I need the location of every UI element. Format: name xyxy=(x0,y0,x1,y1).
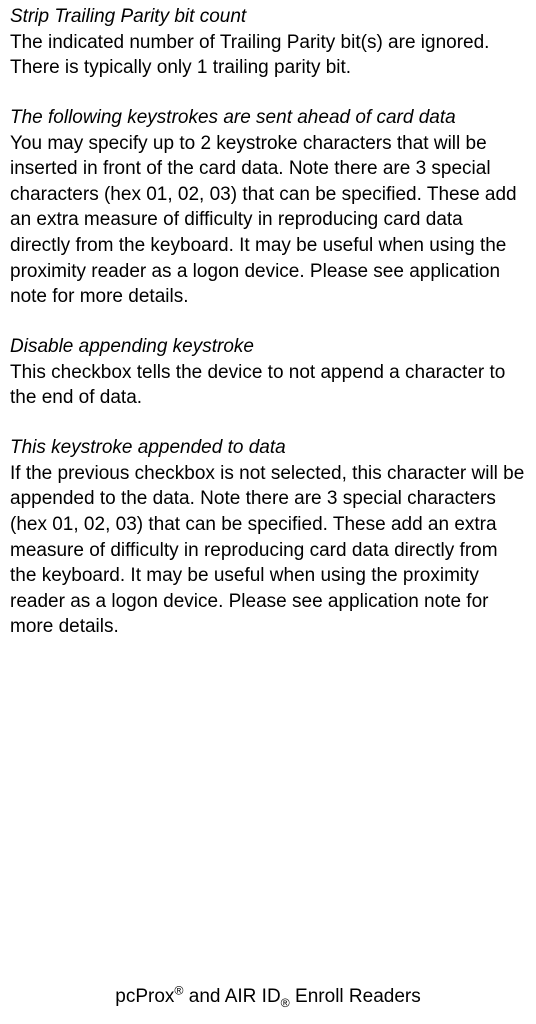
section-title: Disable appending keystroke xyxy=(10,336,254,357)
section-body: You may specify up to 2 keystroke charac… xyxy=(10,133,517,308)
section-title: This keystroke appended to data xyxy=(10,437,286,458)
section-title: Strip Trailing Parity bit count xyxy=(10,6,246,27)
section-title: The following keystrokes are sent ahead … xyxy=(10,107,456,128)
footer-text-part2: and AIR ID xyxy=(184,986,281,1007)
registered-superscript: ® xyxy=(174,984,183,998)
page-footer: pcProx® and AIR ID® Enroll Readers xyxy=(0,984,536,1010)
section-body: This checkbox tells the device to not ap… xyxy=(10,362,505,409)
section-body: The indicated number of Trailing Parity … xyxy=(10,32,489,79)
footer-text-part3: Enroll Readers xyxy=(290,986,421,1007)
section-keystroke-appended: This keystroke appended to data If the p… xyxy=(10,435,526,640)
section-strip-trailing: Strip Trailing Parity bit count The indi… xyxy=(10,4,526,81)
section-body: If the previous checkbox is not selected… xyxy=(10,463,524,638)
document-page: Strip Trailing Parity bit count The indi… xyxy=(0,0,536,1024)
section-disable-append: Disable appending keystroke This checkbo… xyxy=(10,334,526,411)
section-keystrokes-ahead: The following keystrokes are sent ahead … xyxy=(10,105,526,310)
registered-subscript: ® xyxy=(281,996,290,1010)
footer-text-part1: pcProx xyxy=(115,986,174,1007)
